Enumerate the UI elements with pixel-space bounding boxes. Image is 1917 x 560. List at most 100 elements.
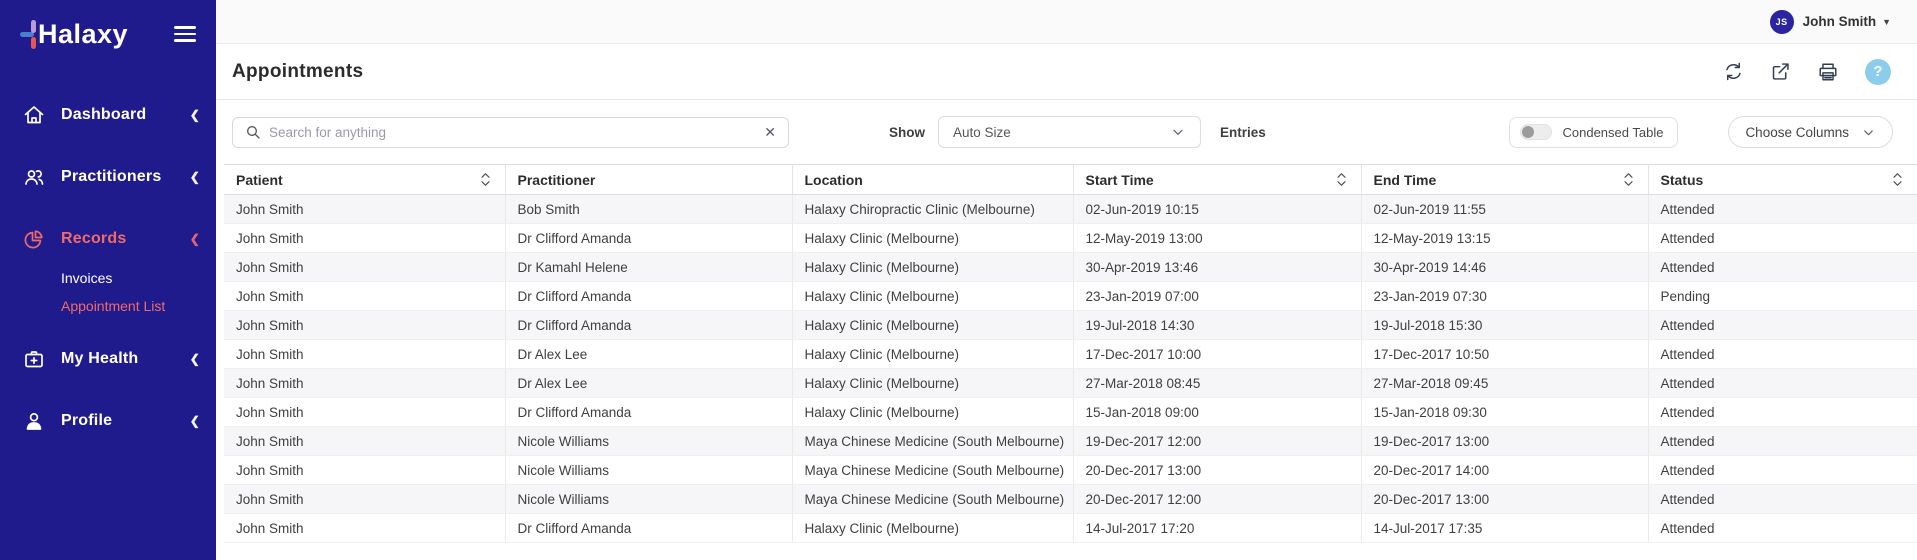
choose-columns-button[interactable]: Choose Columns: [1728, 116, 1893, 148]
cell-start-time: 17-Dec-2017 10:00: [1073, 340, 1361, 369]
sidebar-item-label: My Health: [61, 350, 190, 368]
cell-patient: John Smith: [224, 398, 505, 427]
page-title: Appointments: [232, 61, 363, 83]
entries-label: Entries: [1220, 125, 1266, 140]
sidebar-item-profile[interactable]: Profile ❮: [0, 400, 216, 442]
cell-start-time: 20-Dec-2017 13:00: [1073, 456, 1361, 485]
cell-status: Attended: [1648, 427, 1917, 456]
cell-start-time: 20-Dec-2017 12:00: [1073, 485, 1361, 514]
search-box: ✕: [232, 117, 789, 148]
condensed-table-toggle[interactable]: Condensed Table: [1509, 117, 1678, 148]
cell-patient: John Smith: [224, 340, 505, 369]
cell-location: Halaxy Chiropractic Clinic (Melbourne): [792, 195, 1073, 224]
cell-location: Halaxy Clinic (Melbourne): [792, 398, 1073, 427]
cell-start-time: 02-Jun-2019 10:15: [1073, 195, 1361, 224]
toggle-track[interactable]: [1520, 124, 1552, 140]
table-row[interactable]: John SmithDr Clifford AmandaHalaxy Clini…: [224, 398, 1917, 427]
chevron-left-icon: ❮: [190, 414, 200, 428]
toggle-knob: [1522, 126, 1534, 138]
column-header-label: Practitioner: [518, 172, 596, 188]
table-row[interactable]: John SmithBob SmithHalaxy Chiropractic C…: [224, 195, 1917, 224]
chevron-down-icon: [1861, 125, 1876, 140]
sort-icon: [1892, 172, 1903, 187]
cell-end-time: 12-May-2019 13:15: [1361, 224, 1648, 253]
condensed-table-label: Condensed Table: [1562, 125, 1663, 140]
cell-end-time: 27-Mar-2018 09:45: [1361, 369, 1648, 398]
page-size-select[interactable]: Auto Size: [938, 116, 1201, 148]
sidebar-item-records[interactable]: Records ❮: [0, 218, 216, 260]
cell-location: Halaxy Clinic (Melbourne): [792, 514, 1073, 543]
column-header-label: Start Time: [1086, 172, 1154, 188]
chevron-left-icon: ❮: [190, 352, 200, 366]
column-header-label: Location: [805, 172, 863, 188]
sidebar-nav: Dashboard ❮ Practitioners ❮ Records ❮ In…: [0, 94, 216, 442]
cell-end-time: 30-Apr-2019 14:46: [1361, 253, 1648, 282]
table-row[interactable]: John SmithDr Alex LeeHalaxy Clinic (Melb…: [224, 369, 1917, 398]
cell-status: Attended: [1648, 369, 1917, 398]
records-submenu: Invoices Appointment List: [61, 264, 216, 320]
cell-status: Pending: [1648, 282, 1917, 311]
column-header-location[interactable]: Location: [792, 165, 1073, 195]
sidebar-item-label: Profile: [61, 412, 190, 430]
cell-practitioner: Nicole Williams: [505, 456, 792, 485]
cell-patient: John Smith: [224, 195, 505, 224]
sort-icon: [1623, 172, 1634, 187]
appointments-table-wrap: Patient Practitioner Location Start Time End…: [224, 164, 1917, 543]
sort-icon: [1336, 172, 1347, 187]
column-header-label: End Time: [1374, 172, 1437, 188]
table-row[interactable]: John SmithDr Clifford AmandaHalaxy Clini…: [224, 311, 1917, 340]
cell-status: Attended: [1648, 253, 1917, 282]
user-menu[interactable]: John Smith: [1803, 14, 1877, 29]
cell-practitioner: Dr Alex Lee: [505, 340, 792, 369]
column-header-practitioner[interactable]: Practitioner: [505, 165, 792, 195]
cell-patient: John Smith: [224, 427, 505, 456]
hamburger-menu-icon[interactable]: [174, 22, 196, 46]
table-row[interactable]: John SmithDr Clifford AmandaHalaxy Clini…: [224, 224, 1917, 253]
cell-practitioner: Bob Smith: [505, 195, 792, 224]
column-header-patient[interactable]: Patient: [224, 165, 505, 195]
clear-search-icon[interactable]: ✕: [764, 125, 776, 139]
cell-start-time: 27-Mar-2018 08:45: [1073, 369, 1361, 398]
sidebar-subitem-appointment-list[interactable]: Appointment List: [61, 292, 216, 320]
chevron-left-icon: ❮: [190, 232, 200, 246]
cell-start-time: 23-Jan-2019 07:00: [1073, 282, 1361, 311]
cell-location: Halaxy Clinic (Melbourne): [792, 224, 1073, 253]
column-header-end-time[interactable]: End Time: [1361, 165, 1648, 195]
cell-location: Halaxy Clinic (Melbourne): [792, 340, 1073, 369]
cell-start-time: 19-Dec-2017 12:00: [1073, 427, 1361, 456]
sidebar-item-practitioners[interactable]: Practitioners ❮: [0, 156, 216, 198]
print-button[interactable]: [1817, 61, 1839, 83]
halaxy-logo[interactable]: Halaxy: [20, 16, 128, 52]
refresh-icon: [1723, 61, 1744, 82]
column-header-status[interactable]: Status: [1648, 165, 1917, 195]
column-header-start-time[interactable]: Start Time: [1073, 165, 1361, 195]
table-row[interactable]: John SmithNicole WilliamsMaya Chinese Me…: [224, 427, 1917, 456]
table-row[interactable]: John SmithNicole WilliamsMaya Chinese Me…: [224, 456, 1917, 485]
table-row[interactable]: John SmithDr Alex LeeHalaxy Clinic (Melb…: [224, 340, 1917, 369]
avatar[interactable]: JS: [1770, 10, 1794, 34]
cell-location: Maya Chinese Medicine (South Melbourne): [792, 456, 1073, 485]
refresh-button[interactable]: [1723, 61, 1744, 82]
export-button[interactable]: [1770, 61, 1791, 82]
export-icon: [1770, 61, 1791, 82]
caret-down-icon[interactable]: ▼: [1882, 17, 1891, 27]
cell-status: Attended: [1648, 514, 1917, 543]
help-button[interactable]: ?: [1865, 59, 1891, 85]
appointments-table: Patient Practitioner Location Start Time End…: [224, 164, 1917, 543]
topbar: JS John Smith ▼: [216, 0, 1917, 44]
table-row[interactable]: John SmithDr Clifford AmandaHalaxy Clini…: [224, 514, 1917, 543]
search-icon: [245, 124, 261, 140]
table-row[interactable]: John SmithNicole WilliamsMaya Chinese Me…: [224, 485, 1917, 514]
choose-columns-label: Choose Columns: [1745, 125, 1849, 140]
cell-practitioner: Dr Kamahl Helene: [505, 253, 792, 282]
cell-patient: John Smith: [224, 282, 505, 311]
app-root: Halaxy Dashboard ❮ Practitioners ❮: [0, 0, 1917, 560]
table-row[interactable]: John SmithDr Kamahl HeleneHalaxy Clinic …: [224, 253, 1917, 282]
search-input[interactable]: [269, 125, 764, 140]
sidebar-item-my-health[interactable]: My Health ❮: [0, 338, 216, 380]
show-label: Show: [889, 125, 925, 140]
sidebar-item-dashboard[interactable]: Dashboard ❮: [0, 94, 216, 136]
cell-start-time: 12-May-2019 13:00: [1073, 224, 1361, 253]
table-row[interactable]: John SmithDr Clifford AmandaHalaxy Clini…: [224, 282, 1917, 311]
sidebar-subitem-invoices[interactable]: Invoices: [61, 264, 216, 292]
